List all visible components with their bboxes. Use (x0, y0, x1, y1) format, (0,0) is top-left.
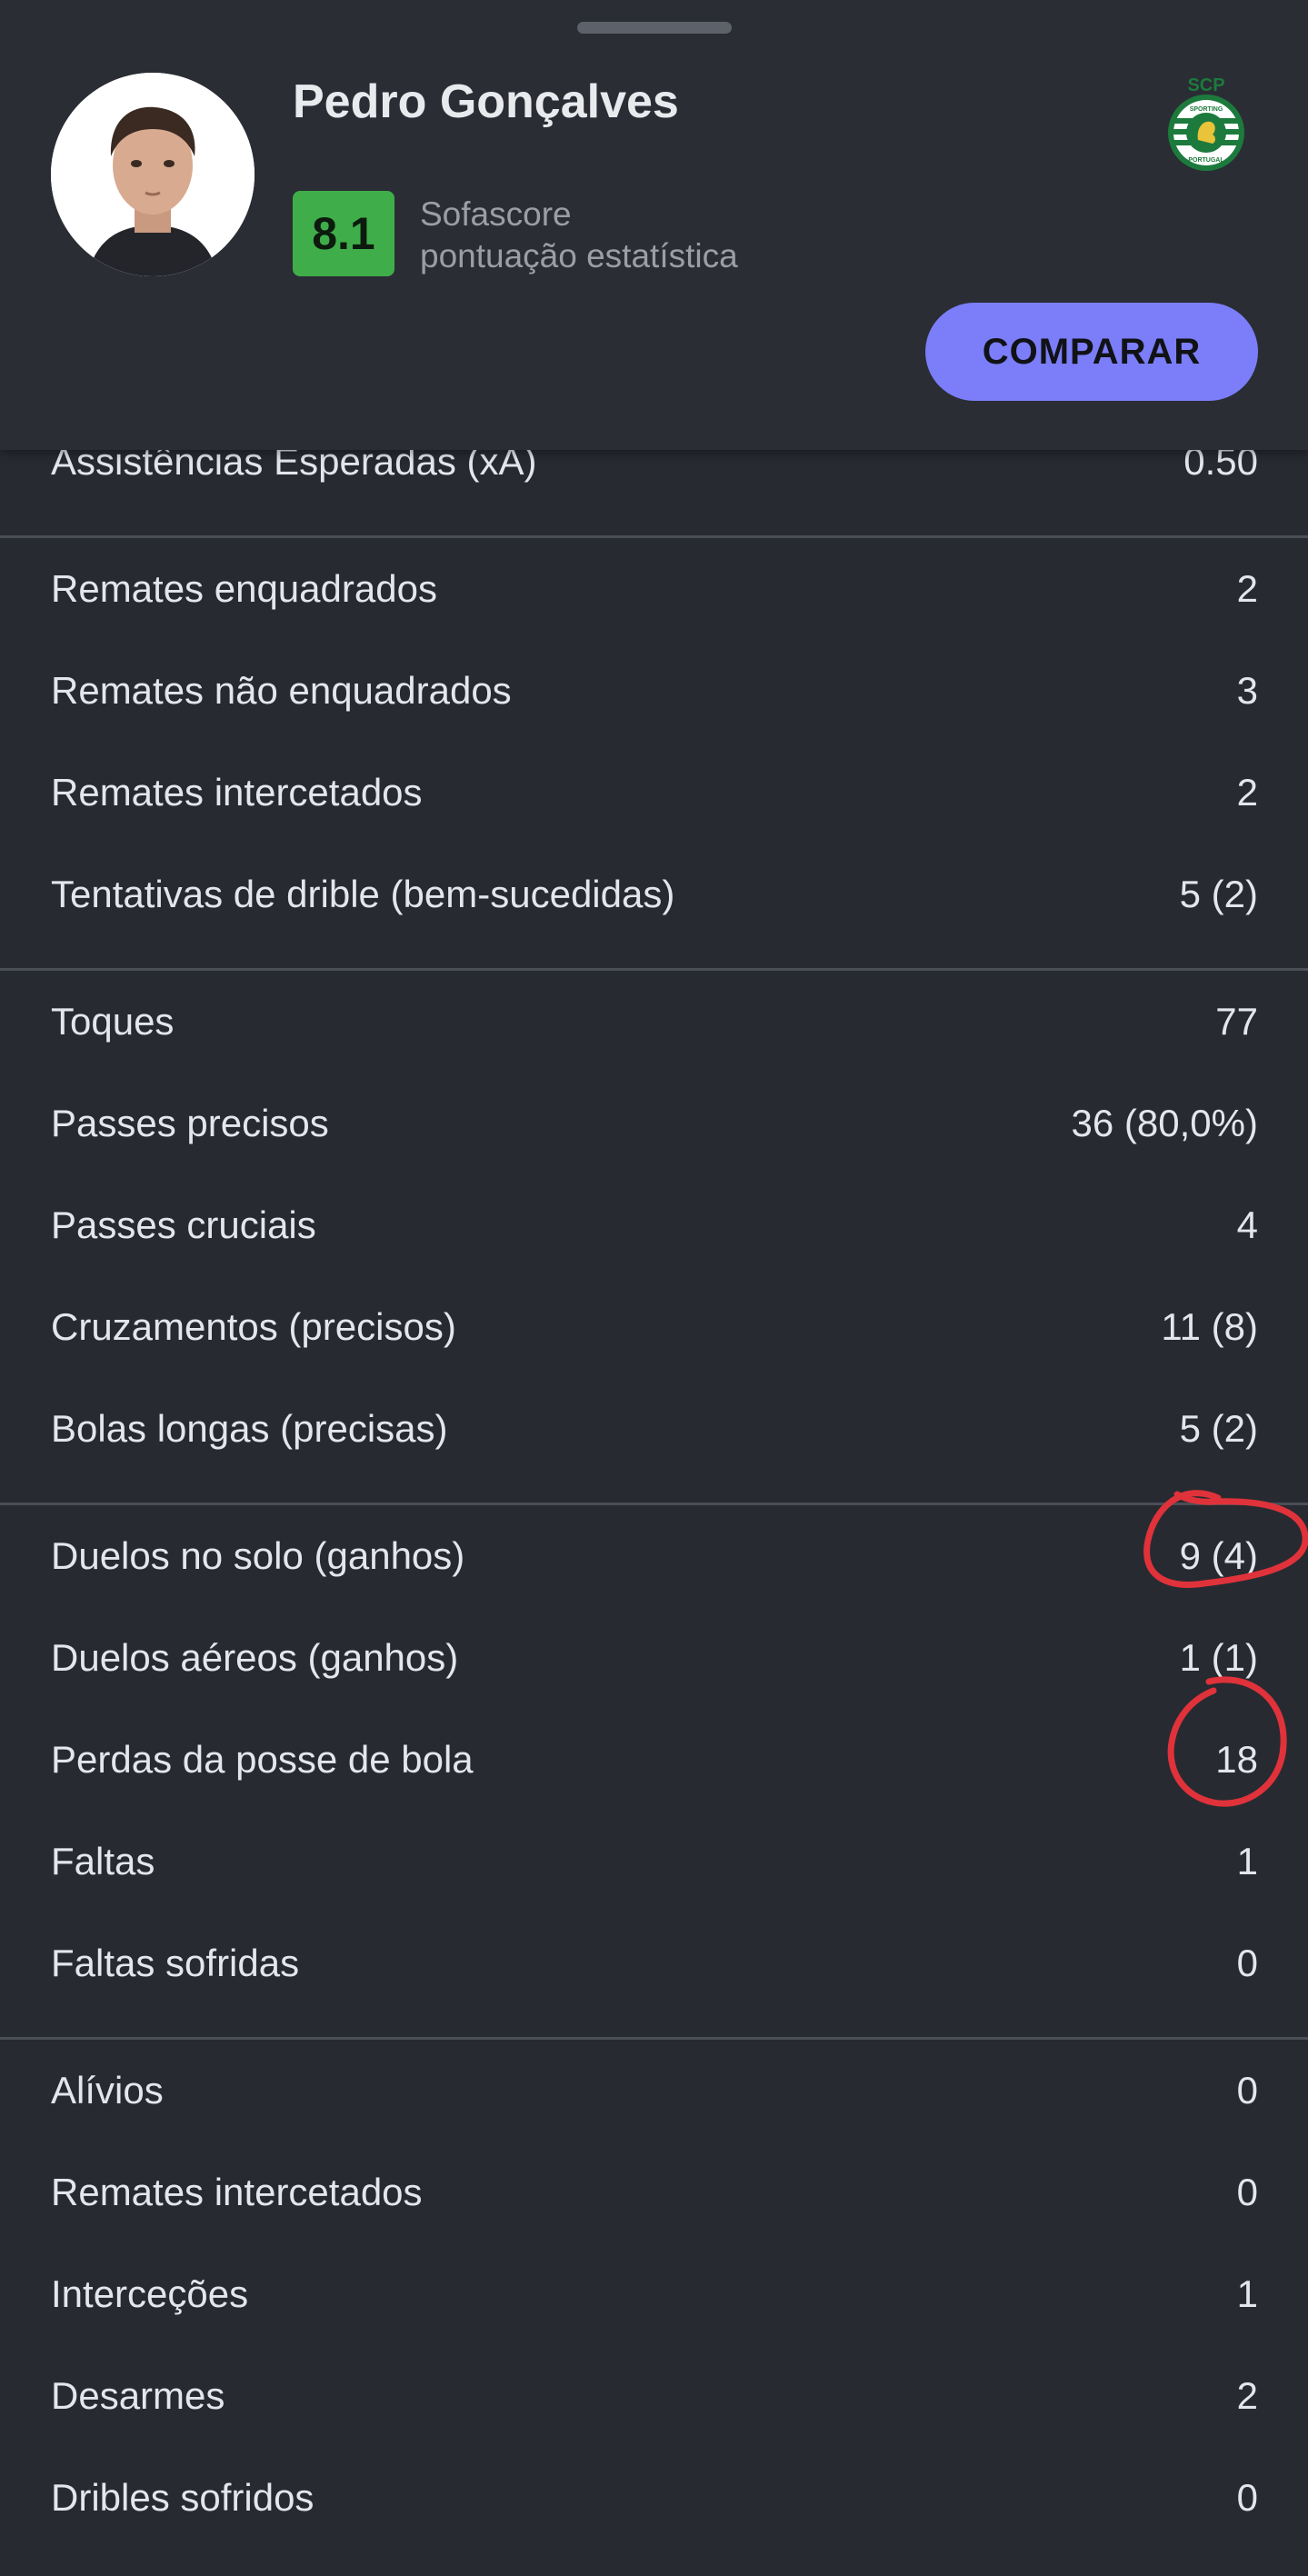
stat-value: 3 (1236, 669, 1258, 712)
stat-row: Duelos aéreos (ganhos) 1 (1) (0, 1607, 1308, 1709)
stat-value: 0 (1236, 2171, 1258, 2213)
crest-text-top: SCP (1187, 75, 1224, 95)
crest-text-bottom: PORTUGAL (1188, 157, 1224, 164)
stat-value: 1 (1236, 1840, 1258, 1882)
player-header: Pedro Gonçalves 8.1 Sofascore pontuação … (0, 0, 1308, 450)
stat-value: 36 (80,0%) (1071, 1102, 1258, 1144)
stat-label: Faltas (51, 1840, 155, 1882)
stat-label: Remates não enquadrados (51, 669, 512, 712)
stat-value: 2 (1236, 2374, 1258, 2417)
stat-row: Interceções 1 (0, 2243, 1308, 2345)
player-stats-sheet: Assistências Esperadas (xA) 0.50 Remates… (0, 0, 1308, 2576)
stat-value: 0 (1236, 2069, 1258, 2112)
compare-button[interactable]: COMPARAR (925, 303, 1258, 401)
stat-row: Remates intercetados 2 (0, 742, 1308, 844)
stat-label: Toques (51, 1000, 175, 1043)
stat-label: Bolas longas (precisas) (51, 1407, 448, 1450)
stat-row: Alívios 0 (0, 2040, 1308, 2142)
stat-label: Tentativas de drible (bem-sucedidas) (51, 873, 675, 915)
stat-row: Remates intercetados 0 (0, 2142, 1308, 2243)
stat-value: 77 (1215, 1000, 1258, 1043)
stat-label: Passes precisos (51, 1102, 329, 1144)
stat-row: Dribles sofridos 0 (0, 2447, 1308, 2549)
stat-row: Cruzamentos (precisos) 11 (8) (0, 1276, 1308, 1378)
club-logo[interactable]: SCP SPORTING PORTUGAL (1163, 71, 1249, 180)
stat-row: Perdas da posse de bola 18 (0, 1709, 1308, 1811)
rating-description: pontuação estatística (420, 237, 738, 275)
stat-row: Duelos no solo (ganhos) 9 (4) (0, 1505, 1308, 1607)
stat-value: 1 (1) (1179, 1636, 1258, 1679)
stat-value: 9 (4) (1179, 1534, 1258, 1577)
rating-source: Sofascore (420, 195, 572, 233)
stat-row: Bolas longas (precisas) 5 (2) (0, 1378, 1308, 1480)
player-photo-icon (51, 73, 255, 276)
stat-row: Desarmes 2 (0, 2345, 1308, 2447)
stat-value: 11 (8) (1161, 1305, 1258, 1348)
player-avatar (51, 73, 255, 276)
stat-value: 4 (1236, 1203, 1258, 1246)
stat-value: 5 (2) (1179, 1407, 1258, 1450)
stat-label: Remates intercetados (51, 2171, 423, 2213)
crest-text-mid: SPORTING (1190, 106, 1223, 113)
stat-row: Passes precisos 36 (80,0%) (0, 1073, 1308, 1174)
stat-value: 2 (1236, 771, 1258, 814)
drag-handle[interactable] (577, 22, 732, 34)
stat-label: Dribles sofridos (51, 2476, 315, 2519)
stat-row: Passes cruciais 4 (0, 1174, 1308, 1276)
stat-row: Remates enquadrados 2 (0, 538, 1308, 640)
stat-label: Passes cruciais (51, 1203, 316, 1246)
stat-label: Duelos aéreos (ganhos) (51, 1636, 459, 1679)
stat-label: Interceções (51, 2272, 249, 2315)
stat-value: 2 (1236, 567, 1258, 610)
stat-label: Duelos no solo (ganhos) (51, 1534, 465, 1577)
stat-label: Alívios (51, 2069, 164, 2112)
stat-value: 18 (1215, 1738, 1258, 1781)
player-name: Pedro Gonçalves (293, 75, 679, 128)
stat-row: Faltas 1 (0, 1811, 1308, 1912)
stat-label: Cruzamentos (precisos) (51, 1305, 456, 1348)
rating-caption: Sofascore pontuação estatística (420, 194, 738, 277)
stat-label: Remates enquadrados (51, 567, 437, 610)
stat-row: Remates não enquadrados 3 (0, 640, 1308, 742)
sporting-crest-icon: SCP SPORTING PORTUGAL (1168, 75, 1244, 171)
stat-value: 5 (2) (1179, 873, 1258, 915)
stat-value: 0 (1236, 1942, 1258, 1984)
stat-row: Tentativas de drible (bem-sucedidas) 5 (… (0, 844, 1308, 945)
stat-label: Desarmes (51, 2374, 225, 2417)
stat-label: Remates intercetados (51, 771, 423, 814)
rating-badge: 8.1 (293, 191, 394, 276)
stat-row: Faltas sofridas 0 (0, 1912, 1308, 2014)
stat-label: Perdas da posse de bola (51, 1738, 474, 1781)
stat-label: Faltas sofridas (51, 1942, 300, 1984)
stat-value: 0 (1236, 2476, 1258, 2519)
stat-row: Toques 77 (0, 971, 1308, 1073)
stat-value: 1 (1236, 2272, 1258, 2315)
